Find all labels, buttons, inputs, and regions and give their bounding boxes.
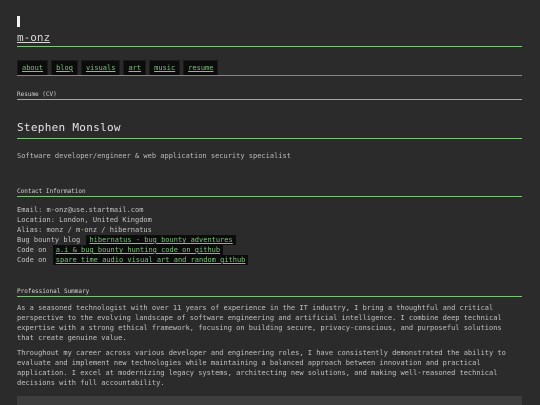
contact-location: Location: London, United Kingdom xyxy=(17,216,152,224)
contact-alias: Alias: monz / m-onz / hibernatus xyxy=(17,226,152,234)
summary-paragraph-2: Throughout my career across various deve… xyxy=(17,349,506,387)
main-nav: about blog visuals art music resume xyxy=(17,60,219,76)
contact-code2-row: Code on spare time audio visual art and … xyxy=(17,255,249,265)
profile-name: Stephen Monslow xyxy=(17,121,121,134)
next-section-block xyxy=(17,396,522,405)
divider xyxy=(17,138,522,139)
summary-paragraph-1: As a seasoned technologist with over 11 … xyxy=(17,304,502,342)
blog-link[interactable]: hibernatus - bug bounty adventures xyxy=(86,235,236,245)
nav-visuals[interactable]: visuals xyxy=(80,60,121,76)
site-title-link[interactable]: m-onz xyxy=(17,31,50,44)
nav-resume[interactable]: resume xyxy=(183,60,219,76)
code1-prefix: Code on xyxy=(17,246,47,254)
contact-info: Email: m-onz@use.startmail.com Location:… xyxy=(17,205,249,265)
contact-heading: Contact Information xyxy=(17,188,86,195)
summary-heading: Professional Summary xyxy=(17,288,90,295)
nav-art[interactable]: art xyxy=(123,60,147,76)
divider xyxy=(17,46,522,47)
nav-about[interactable]: about xyxy=(17,60,49,76)
nav-blog[interactable]: blog xyxy=(51,60,78,76)
code1-link[interactable]: a.i & bug bounty hunting code on github xyxy=(52,245,224,255)
blog-prefix: Bug bounty blog xyxy=(17,236,81,244)
divider xyxy=(17,75,522,76)
contact-code1-row: Code on a.i & bug bounty hunting code on… xyxy=(17,245,248,255)
text-cursor xyxy=(17,16,20,27)
contact-email: Email: m-onz@use.startmail.com xyxy=(17,206,144,214)
code2-link[interactable]: spare time audio visual art and random g… xyxy=(52,255,249,265)
divider xyxy=(17,99,522,100)
profile-tagline: Software developer/engineer & web applic… xyxy=(17,152,291,160)
code2-prefix: Code on xyxy=(17,256,47,264)
page-label: Resume (CV) xyxy=(17,91,57,98)
divider xyxy=(17,196,522,197)
contact-blog-row: Bug bounty blog hibernatus - bug bounty … xyxy=(17,235,248,245)
divider xyxy=(17,296,522,297)
nav-music[interactable]: music xyxy=(149,60,181,76)
